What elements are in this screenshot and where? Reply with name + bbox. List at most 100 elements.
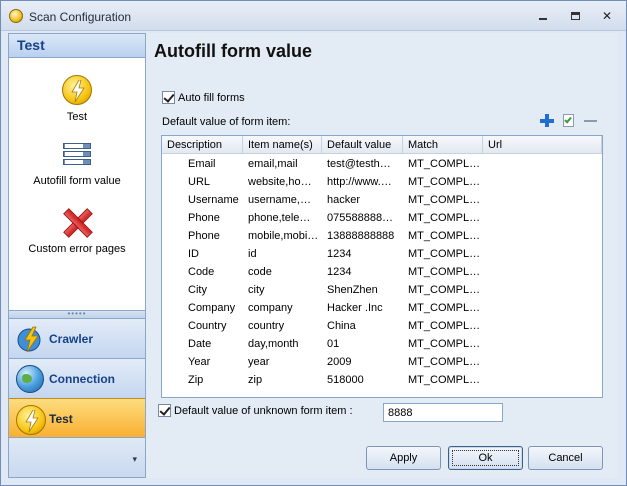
unknown-item-value-input[interactable] bbox=[383, 403, 503, 422]
table-cell: day,month bbox=[248, 338, 299, 350]
table-cell: ID bbox=[188, 248, 199, 260]
table-cell: hacker bbox=[327, 194, 361, 206]
table-row[interactable]: City city ShenZhen MT_COMPL… bbox=[162, 281, 602, 299]
table-cell: username,… bbox=[248, 194, 311, 206]
table-cell: MT_COMPL… bbox=[408, 194, 481, 206]
table-row[interactable]: Code code 1234 MT_COMPL… bbox=[162, 263, 602, 281]
window-title: Scan Configuration bbox=[29, 10, 132, 24]
table-cell: 518000 bbox=[327, 374, 364, 386]
nav-item-autofill[interactable]: Autofill form value bbox=[9, 141, 145, 187]
table-cell: Company bbox=[188, 302, 236, 314]
form-items-table: Description Item name(s) Default value M… bbox=[161, 135, 603, 398]
column-header[interactable]: Match bbox=[403, 136, 483, 154]
close-button[interactable]: ✕ bbox=[599, 9, 615, 23]
nav-group-test[interactable]: Test bbox=[9, 398, 145, 438]
column-header[interactable]: Item name(s) bbox=[243, 136, 322, 154]
table-cell: Date bbox=[188, 338, 212, 350]
table-row[interactable]: URL website,ho… http://www.… MT_COMPL… bbox=[162, 173, 602, 191]
default-values-label: Default value of form item: bbox=[162, 116, 291, 128]
table-cell bbox=[483, 335, 602, 353]
maximize-icon bbox=[570, 12, 580, 20]
lightning-icon bbox=[62, 75, 92, 105]
table-row[interactable]: Phone phone,tele… 075588888… MT_COMPL… bbox=[162, 209, 602, 227]
focus-rect bbox=[452, 450, 519, 466]
scan-configuration-window: Scan Configuration ✕ Test Test Autofill … bbox=[0, 0, 627, 486]
content-panel: Autofill form value Auto fill forms Defa… bbox=[146, 33, 618, 478]
table-cell: mobile,mobi… bbox=[248, 230, 319, 242]
table-cell: URL bbox=[188, 176, 211, 188]
auto-fill-forms-checkbox[interactable]: Auto fill forms bbox=[162, 91, 245, 104]
table-cell: company bbox=[248, 302, 293, 314]
table-cell: website,ho… bbox=[248, 176, 312, 188]
column-header[interactable]: Default value bbox=[322, 136, 403, 154]
table-row[interactable]: Username username,… hacker MT_COMPL… bbox=[162, 191, 602, 209]
nav-group-crawler[interactable]: Crawler bbox=[9, 318, 145, 358]
column-header[interactable]: Url bbox=[483, 136, 602, 154]
table-cell bbox=[483, 371, 602, 389]
table-row[interactable]: Phone mobile,mobi… 13888888888 MT_COMPL… bbox=[162, 227, 602, 245]
unknown-item-checkbox[interactable]: Default value of unknown form item : bbox=[158, 404, 353, 417]
table-cell: Year bbox=[188, 356, 211, 368]
table-cell: City bbox=[188, 284, 207, 296]
red-x-icon bbox=[62, 207, 92, 237]
table-row[interactable]: Company company Hacker .Inc MT_COMPL… bbox=[162, 299, 602, 317]
column-header[interactable]: Description bbox=[162, 136, 243, 154]
table-cell bbox=[483, 353, 602, 371]
table-cell: email,mail bbox=[248, 158, 298, 170]
table-cell: MT_COMPL… bbox=[408, 302, 481, 314]
checkbox-box[interactable] bbox=[158, 404, 171, 417]
nav-item-test[interactable]: Test bbox=[9, 75, 145, 123]
checkbox-label: Default value of unknown form item : bbox=[174, 404, 353, 417]
table-cell: MT_COMPL… bbox=[408, 230, 481, 242]
table-cell: 1234 bbox=[327, 248, 352, 260]
table-cell: Username bbox=[188, 194, 239, 206]
minimize-button[interactable] bbox=[535, 9, 551, 23]
apply-button[interactable]: Apply bbox=[366, 446, 441, 470]
minimize-icon bbox=[539, 18, 547, 20]
table-row[interactable]: Email email,mail test@testh… MT_COMPL… bbox=[162, 155, 602, 173]
edit-icon[interactable] bbox=[561, 113, 577, 129]
table-cell: http://www.… bbox=[327, 176, 392, 188]
table-cell: Email bbox=[188, 158, 216, 170]
ok-button[interactable]: Ok bbox=[448, 446, 523, 470]
globe-icon bbox=[16, 365, 44, 393]
table-cell: MT_COMPL… bbox=[408, 338, 481, 350]
table-cell: MT_COMPL… bbox=[408, 356, 481, 368]
delete-icon[interactable] bbox=[583, 113, 599, 129]
nav-group-label: Connection bbox=[49, 372, 115, 386]
table-cell bbox=[483, 173, 602, 191]
table-row[interactable]: Country country China MT_COMPL… bbox=[162, 317, 602, 335]
table-cell: MT_COMPL… bbox=[408, 284, 481, 296]
table-cell: Hacker .Inc bbox=[327, 302, 383, 314]
table-cell: MT_COMPL… bbox=[408, 320, 481, 332]
table-cell: code bbox=[248, 266, 272, 278]
nav-group-label: Test bbox=[49, 412, 73, 426]
table-cell: country bbox=[248, 320, 285, 332]
table-row[interactable]: Year year 2009 MT_COMPL… bbox=[162, 353, 602, 371]
table-cell: Phone bbox=[188, 212, 220, 224]
table-cell bbox=[483, 227, 602, 245]
chevron-down-icon[interactable]: ▾ bbox=[132, 454, 137, 465]
table-cell: Country bbox=[188, 320, 227, 332]
table-cell: year bbox=[248, 356, 270, 368]
table-cell: zip bbox=[248, 374, 263, 386]
app-icon bbox=[9, 9, 23, 23]
checkbox-box[interactable] bbox=[162, 91, 175, 104]
table-row[interactable]: Zip zip 518000 MT_COMPL… bbox=[162, 371, 602, 389]
maximize-button[interactable] bbox=[567, 9, 583, 23]
table-row[interactable]: ID id 1234 MT_COMPL… bbox=[162, 245, 602, 263]
table-cell: MT_COMPL… bbox=[408, 212, 481, 224]
nav-item-custom-error-pages[interactable]: Custom error pages bbox=[9, 207, 145, 255]
cancel-button[interactable]: Cancel bbox=[528, 446, 603, 470]
add-icon[interactable] bbox=[539, 113, 555, 129]
table-cell: 13888888888 bbox=[327, 230, 395, 242]
table-row[interactable]: Date day,month 01 MT_COMPL… bbox=[162, 335, 602, 353]
table-cell bbox=[483, 191, 602, 209]
table-cell: Zip bbox=[188, 374, 204, 386]
table-cell bbox=[483, 299, 602, 317]
table-header: Description Item name(s) Default value M… bbox=[162, 136, 602, 154]
nav-splitter[interactable]: ••••• bbox=[9, 310, 145, 318]
table-cell: city bbox=[248, 284, 265, 296]
nav-group-connection[interactable]: Connection bbox=[9, 358, 145, 398]
title-bar[interactable]: Scan Configuration ✕ bbox=[1, 1, 626, 31]
